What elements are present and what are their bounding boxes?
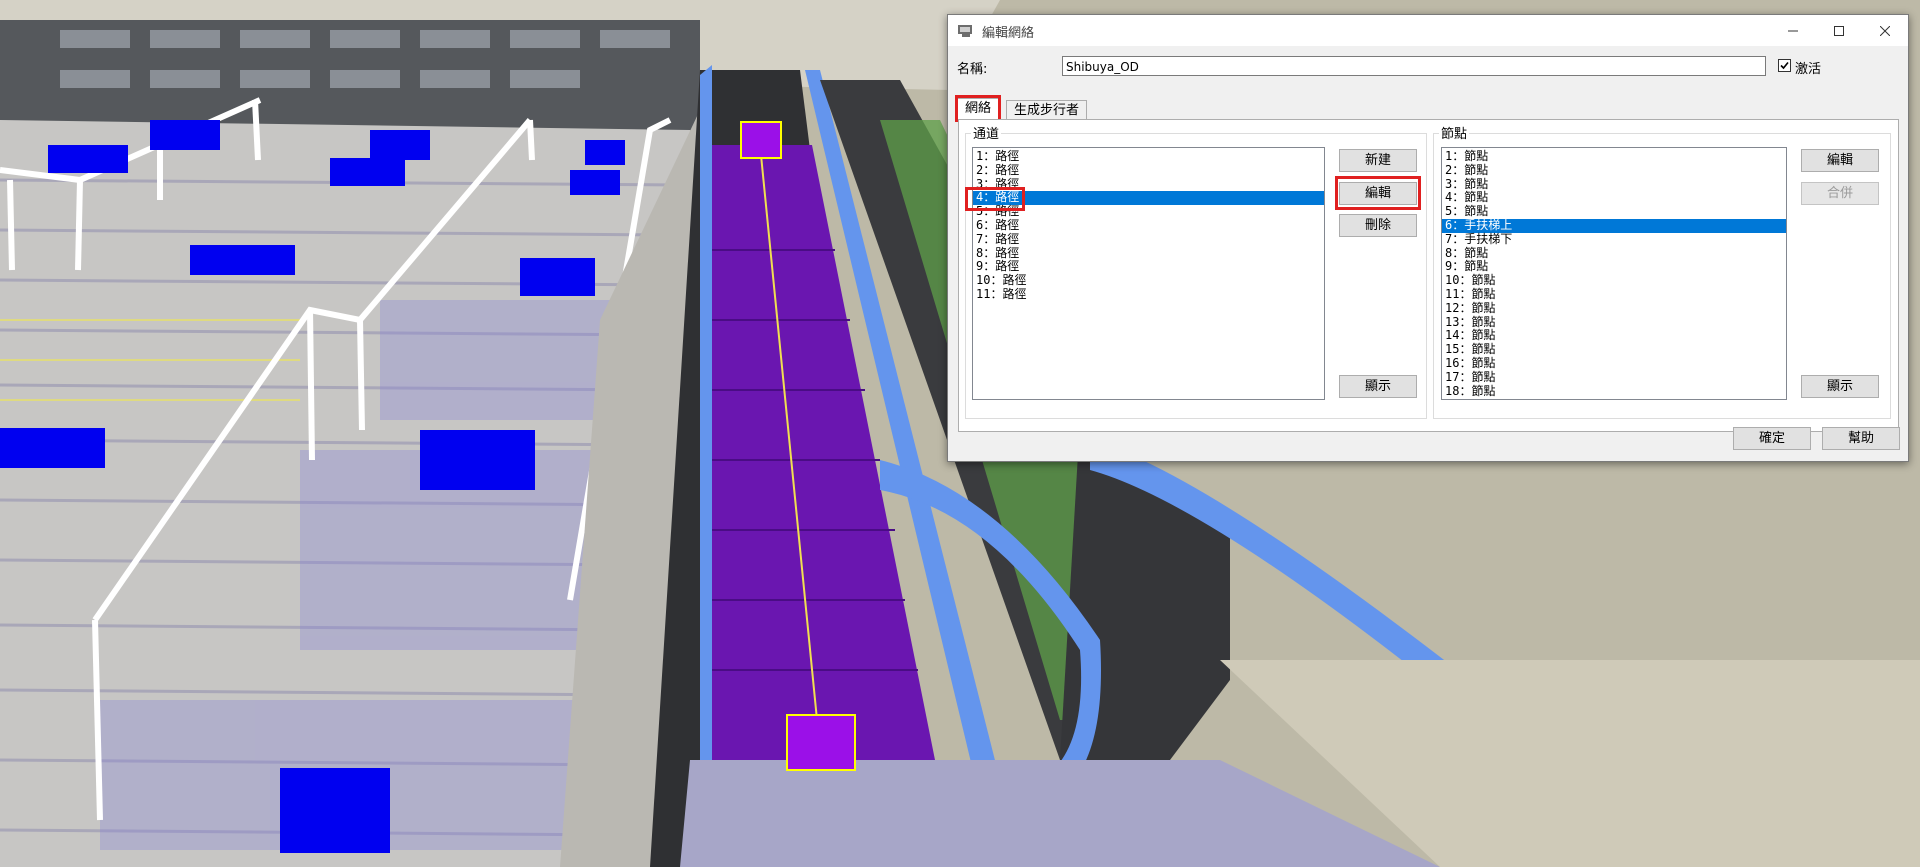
- node-list-item[interactable]: 1：節點: [1442, 149, 1786, 164]
- ok-button[interactable]: 確定: [1733, 427, 1811, 450]
- maximize-button[interactable]: [1816, 15, 1862, 46]
- active-checkbox[interactable]: [1778, 59, 1791, 72]
- show-channel-button[interactable]: 顯示: [1339, 375, 1417, 398]
- channel-list-item[interactable]: 3：路徑: [973, 177, 1324, 192]
- show-node-button[interactable]: 顯示: [1801, 375, 1879, 398]
- delete-channel-button[interactable]: 刪除: [1339, 214, 1417, 237]
- nodes-group-title: 節點: [1439, 123, 1470, 142]
- dialog-title: 編輯網絡: [982, 26, 1035, 41]
- channels-list[interactable]: 1：路徑 2：路徑 3：路徑 4：路徑 5：路徑 6：路徑 7：路徑 8：路徑 9：路徑 10：路…: [972, 147, 1325, 400]
- name-label: 名稱:: [957, 62, 988, 77]
- tab-generate-walkers[interactable]: 生成步行者: [1006, 100, 1088, 121]
- nodes-list[interactable]: 1：節點 2：節點 3：節點 4：節點 5：節點 6：手扶梯上 7：手扶梯下 8：節點 9：節點…: [1441, 147, 1787, 400]
- merge-node-button: 合併: [1801, 182, 1879, 205]
- channel-list-item[interactable]: 11：路徑: [973, 287, 1324, 302]
- edit-node-button[interactable]: 編輯: [1801, 149, 1879, 172]
- channel-list-item[interactable]: 4：路徑: [973, 191, 1324, 206]
- node-list-item[interactable]: 18：節點: [1442, 384, 1786, 399]
- network-tab-page: 通道 1：路徑 2：路徑 3：路徑 4：路徑 5：路徑 6：路徑 7：路徑 8：路徑 9：路徑 1…: [958, 119, 1899, 432]
- channel-list-item[interactable]: 6：路徑: [973, 218, 1324, 233]
- channel-list-item[interactable]: 7：路徑: [973, 232, 1324, 247]
- node-list-item[interactable]: 4：節點: [1442, 191, 1786, 205]
- active-label: 激活: [1795, 62, 1822, 77]
- node-list-item[interactable]: 10：節點: [1442, 273, 1786, 288]
- node-list-item[interactable]: 8：節點: [1442, 246, 1786, 261]
- channel-list-item[interactable]: 5：路徑: [973, 204, 1324, 219]
- channel-list-item[interactable]: 8：路徑: [973, 246, 1324, 261]
- escalator-left-rail: [700, 65, 712, 860]
- minimize-icon: [1788, 30, 1798, 31]
- node-list-item[interactable]: 12：節點: [1442, 301, 1786, 316]
- node-box-bottom: [786, 714, 856, 771]
- node-list-item[interactable]: 5：節點: [1442, 204, 1786, 219]
- channel-list-item[interactable]: 10：路徑: [973, 273, 1324, 288]
- node-list-item[interactable]: 6：手扶梯上: [1442, 218, 1786, 233]
- channel-list-item[interactable]: 1：路徑: [973, 149, 1324, 164]
- node-list-item[interactable]: 17：節點: [1442, 370, 1786, 385]
- channels-group-title: 通道: [971, 123, 1002, 142]
- close-icon: [1880, 25, 1890, 36]
- title-bar[interactable]: 編輯網絡: [948, 15, 1908, 46]
- node-list-item[interactable]: 11：節點: [1442, 287, 1786, 302]
- maximize-icon: [1834, 25, 1844, 36]
- node-list-item[interactable]: 3：節點: [1442, 177, 1786, 192]
- minimize-button[interactable]: [1770, 15, 1816, 46]
- node-list-item[interactable]: 2：節點: [1442, 163, 1786, 178]
- node-list-item[interactable]: 7：手扶梯下: [1442, 232, 1786, 247]
- close-button[interactable]: [1862, 15, 1908, 46]
- network-app-icon: [958, 25, 972, 37]
- node-list-item[interactable]: 15：節點: [1442, 342, 1786, 357]
- edit-network-dialog: 編輯網絡 名稱: Shibuya_OD 激活 網絡 生成步行者 通道 1：路徑 2…: [947, 14, 1909, 462]
- node-box-top: [740, 121, 782, 159]
- node-list-item[interactable]: 16：節點: [1442, 356, 1786, 371]
- edit-channel-button[interactable]: 編輯: [1339, 182, 1417, 205]
- tab-network[interactable]: 網絡: [957, 98, 1000, 121]
- checkmark-icon: [1780, 61, 1789, 70]
- name-input[interactable]: Shibuya_OD: [1062, 56, 1766, 76]
- new-channel-button[interactable]: 新建: [1339, 149, 1417, 172]
- channel-list-item[interactable]: 2：路徑: [973, 163, 1324, 178]
- help-button[interactable]: 幫助: [1822, 427, 1900, 450]
